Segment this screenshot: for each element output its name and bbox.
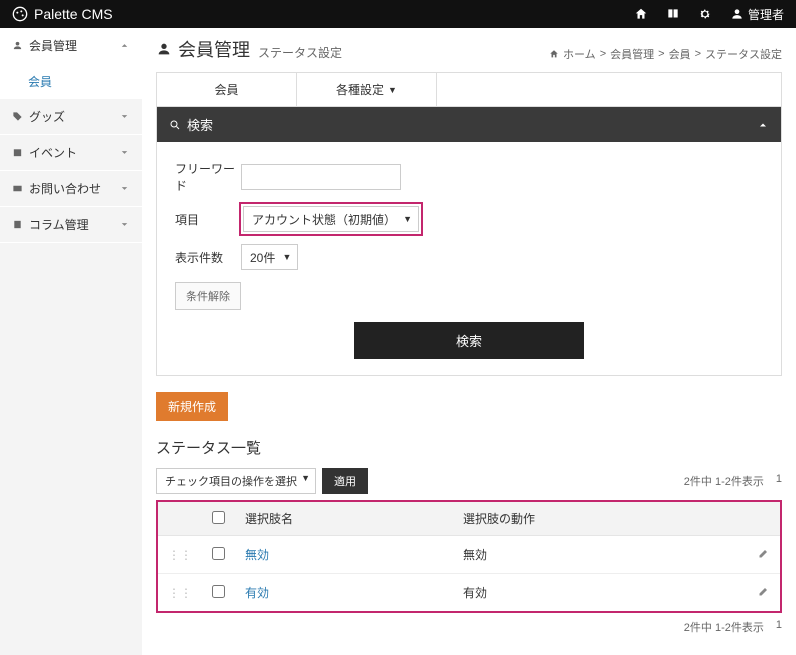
page-title: 会員管理 ステータス設定 (156, 36, 342, 62)
row-name-link[interactable]: 有効 (245, 586, 269, 600)
pager-bottom: 2件中 1-2件表示 1 (156, 619, 782, 635)
home-icon[interactable] (634, 7, 648, 21)
breadcrumb: ホーム > 会員管理 > 会員 > ステータス設定 (549, 46, 782, 62)
home-icon (549, 49, 559, 59)
tag-icon (12, 111, 23, 122)
book-icon[interactable] (666, 7, 680, 21)
page-subtitle: ステータス設定 (258, 44, 342, 61)
tab-settings[interactable]: 各種設定▼ (297, 73, 437, 106)
sidebar-item-goods[interactable]: グッズ (0, 99, 142, 135)
admin-menu[interactable]: 管理者 (730, 6, 784, 23)
chevron-down-icon (119, 219, 130, 230)
new-button[interactable]: 新規作成 (156, 392, 228, 421)
brand-logo[interactable]: Palette CMS (12, 6, 113, 22)
gear-icon[interactable] (698, 7, 712, 21)
row-name-link[interactable]: 無効 (245, 548, 269, 562)
pager-top: 2件中 1-2件表示 1 (684, 473, 782, 489)
caret-down-icon: ▼ (282, 252, 291, 262)
caret-down-icon: ▼ (388, 85, 397, 95)
main: 会員管理 ステータス設定 ホーム > 会員管理 > 会員 > ステータス設定 会… (142, 28, 796, 655)
drag-handle-icon[interactable]: ⋮⋮ (158, 574, 202, 612)
sidebar-item-label: 会員管理 (29, 37, 77, 54)
brand-text: Palette CMS (34, 6, 113, 22)
sidebar-item-event[interactable]: イベント (0, 135, 142, 171)
status-table: 選択肢名 選択肢の動作 ⋮⋮ 無効 無効 ⋮⋮ (156, 500, 782, 613)
chevron-down-icon (119, 147, 130, 158)
perpage-select[interactable]: 20件▼ (241, 244, 298, 270)
search-panel-header[interactable]: 検索 (157, 107, 781, 142)
palette-icon (12, 6, 28, 22)
doc-icon (12, 219, 23, 230)
breadcrumb-link[interactable]: 会員管理 (610, 46, 654, 62)
drag-handle-icon[interactable]: ⋮⋮ (158, 536, 202, 574)
pencil-icon[interactable] (758, 547, 770, 559)
item-label: 項目 (175, 211, 241, 228)
pencil-icon[interactable] (758, 585, 770, 597)
search-button[interactable]: 検索 (354, 322, 584, 359)
chevron-down-icon (119, 183, 130, 194)
sidebar-item-label: お問い合わせ (29, 180, 101, 197)
sidebar-item-label: コラム管理 (29, 216, 89, 233)
chevron-down-icon (119, 111, 130, 122)
freeword-label: フリーワード (175, 160, 241, 194)
search-icon (169, 119, 181, 131)
user-icon (156, 41, 172, 57)
chevron-up-icon (119, 40, 130, 51)
sidebar: 会員管理 会員 グッズ イベント お問い合わせ コラム管理 (0, 28, 142, 655)
tabs: 会員 各種設定▼ (156, 72, 782, 106)
col-name: 選択肢名 (235, 502, 453, 536)
breadcrumb-current: ステータス設定 (705, 46, 782, 62)
col-behavior: 選択肢の動作 (453, 502, 748, 536)
row-behavior: 無効 (453, 536, 748, 574)
perpage-label: 表示件数 (175, 249, 241, 266)
sidebar-item-members[interactable]: 会員管理 (0, 28, 142, 64)
row-checkbox[interactable] (212, 585, 225, 598)
page-number: 1 (776, 473, 782, 489)
breadcrumb-link[interactable]: ホーム (563, 46, 596, 62)
apply-button[interactable]: 適用 (322, 468, 368, 494)
search-panel: 検索 フリーワード 項目 アカウント状態（初期値）▼ 表示件数 20件▼ 条件解… (156, 106, 782, 376)
calendar-icon (12, 147, 23, 158)
select-all-checkbox[interactable] (212, 511, 225, 524)
page-number: 1 (776, 619, 782, 635)
sidebar-item-label: グッズ (29, 108, 65, 125)
user-icon (730, 7, 744, 21)
tab-member[interactable]: 会員 (157, 73, 297, 106)
topbar: Palette CMS 管理者 (0, 0, 796, 28)
item-select[interactable]: アカウント状態（初期値）▼ (243, 206, 419, 232)
list-title: ステータス一覧 (156, 437, 782, 458)
row-checkbox[interactable] (212, 547, 225, 560)
breadcrumb-link[interactable]: 会員 (669, 46, 691, 62)
row-behavior: 有効 (453, 574, 748, 612)
sidebar-item-contact[interactable]: お問い合わせ (0, 171, 142, 207)
top-actions: 管理者 (634, 6, 784, 23)
user-icon (12, 40, 23, 51)
freeword-input[interactable] (241, 164, 401, 190)
table-row: ⋮⋮ 有効 有効 (158, 574, 780, 612)
table-row: ⋮⋮ 無効 無効 (158, 536, 780, 574)
clear-button[interactable]: 条件解除 (175, 282, 241, 310)
mail-icon (12, 183, 23, 194)
caret-down-icon: ▼ (301, 473, 310, 483)
admin-label: 管理者 (748, 6, 784, 23)
bulk-select[interactable]: チェック項目の操作を選択▼ (156, 468, 316, 494)
sidebar-item-column[interactable]: コラム管理 (0, 207, 142, 243)
sidebar-item-label: イベント (29, 144, 77, 161)
chevron-up-icon (757, 119, 769, 131)
caret-down-icon: ▼ (403, 214, 412, 224)
sidebar-sub-member[interactable]: 会員 (0, 64, 142, 99)
